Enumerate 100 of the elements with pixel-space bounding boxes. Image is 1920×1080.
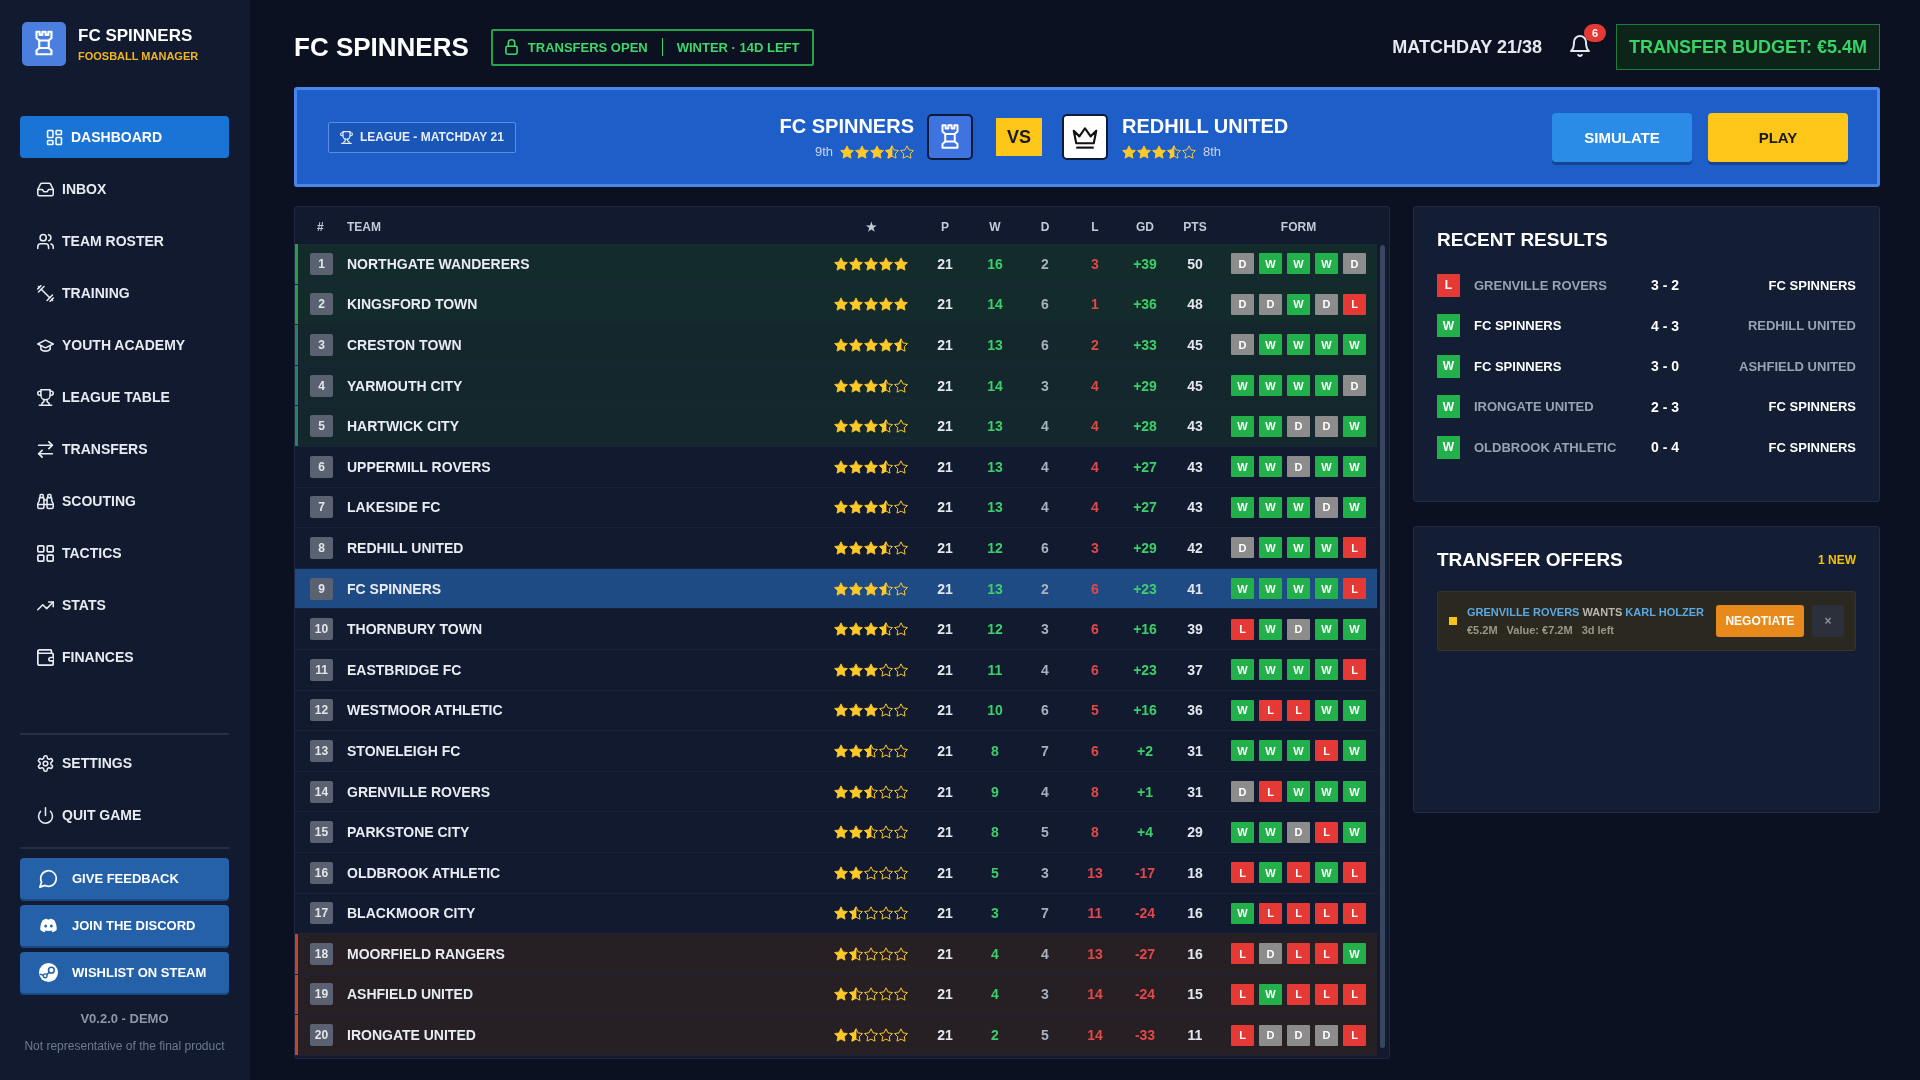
result-badge: W [1437, 314, 1460, 338]
table-cell: 15 [1187, 986, 1203, 1003]
player-link[interactable]: KARL HOLZER [1625, 606, 1704, 618]
form-result: L [1343, 659, 1366, 681]
trophy-icon [340, 130, 353, 144]
club-link[interactable]: GRENVILLE ROVERS [1467, 606, 1580, 618]
table-cell: +27 [1133, 458, 1157, 475]
nav-item[interactable]: SETTINGS [20, 742, 229, 784]
home-team: IRONGATE UNITED [1474, 399, 1594, 415]
community-button[interactable]: JOIN THE DISCORD [20, 905, 229, 946]
table-row[interactable]: 9 FC SPINNERS 21 13 2 6 +23 41 W W W W L [295, 568, 1377, 610]
play-button[interactable]: PLAY [1708, 112, 1848, 162]
star-icon [894, 256, 908, 271]
star-icon [849, 459, 863, 474]
away-team: FC SPINNERS [1768, 277, 1856, 293]
nav-item[interactable]: LEAGUE TABLE [20, 376, 229, 418]
nav-item[interactable]: SCOUTING [20, 480, 229, 522]
table-cell: 39 [1187, 621, 1203, 638]
column-header: W [989, 220, 1001, 234]
table-cell: 5 [1041, 1027, 1049, 1044]
form-result: W [1287, 334, 1310, 356]
table-cell: 6 [1041, 337, 1049, 353]
form-result: W [1315, 618, 1338, 640]
nav-item[interactable]: YOUTH ACADEMY [20, 324, 229, 366]
table-cell: -33 [1134, 1027, 1156, 1044]
position-badge: 4 [310, 374, 333, 397]
table-cell: 13 [987, 499, 1003, 516]
form-result: W [1343, 618, 1366, 640]
star-icon [834, 500, 848, 515]
team-name: IRONGATE UNITED [347, 1027, 476, 1044]
table-cell: 21 [937, 742, 953, 759]
empty-star-icon [864, 906, 878, 921]
team-name: KINGSFORD TOWN [347, 296, 478, 313]
table-cell: 7 [1041, 905, 1049, 922]
table-row[interactable]: 4 YARMOUTH CITY 21 14 3 4 +29 45 W W W W D [295, 365, 1377, 407]
nav-item[interactable]: INBOX [20, 168, 229, 210]
form-result: W [1315, 456, 1338, 478]
team-name: STONELEIGH FC [347, 742, 461, 759]
table-cell: 13 [987, 458, 1003, 475]
table-cell: +36 [1133, 296, 1157, 313]
table-cell: +23 [1133, 661, 1157, 678]
column-header: P [941, 220, 949, 234]
table-cell: 9 [991, 783, 999, 800]
table-row[interactable]: 2 KINGSFORD TOWN 21 14 6 1 +36 48 D D W D L [295, 284, 1377, 326]
nav-item[interactable]: TACTICS [20, 532, 229, 574]
team-name: MOORFIELD RANGERS [347, 945, 505, 962]
table-row[interactable]: 5 HARTWICK CITY 21 13 4 4 +28 43 W W D D W [295, 406, 1377, 447]
dismiss-button[interactable]: × [1812, 605, 1844, 637]
empty-star-icon [879, 703, 893, 718]
form-result: W [1259, 984, 1282, 1005]
nav-item[interactable]: DASHBOARD [20, 116, 229, 158]
form-result: W [1287, 293, 1310, 315]
team-name: UPPERMILL ROVERS [347, 458, 491, 475]
star-icon [849, 703, 863, 718]
table-cell: 18 [1187, 864, 1203, 881]
empty-star-icon [864, 1028, 878, 1043]
table-cell: 3 [1041, 986, 1049, 1003]
table-cell: 2 [991, 1027, 999, 1044]
table-row[interactable]: 3 CRESTON TOWN 21 13 6 2 +33 45 D W W W W [295, 325, 1377, 366]
column-header: ★ [865, 220, 877, 234]
table-cell: 4 [1041, 661, 1049, 678]
star-icon [864, 297, 878, 312]
form-result: L [1343, 1024, 1366, 1046]
team-name: WESTMOOR ATHLETIC [347, 702, 503, 719]
table-cell: 16 [987, 255, 1003, 272]
empty-star-icon [879, 743, 893, 758]
form-result: W [1343, 943, 1366, 965]
nav-item[interactable]: TRANSFERS [20, 428, 229, 470]
star-icon [834, 784, 848, 799]
table-row[interactable]: 1 NORTHGATE WANDERERS 21 16 2 3 +39 50 D W W W D [295, 244, 1377, 285]
table-cell: 4 [1041, 945, 1049, 962]
offer-deadline: 3d left [1581, 624, 1615, 636]
competition-label: LEAGUE - MATCHDAY 21 [360, 130, 504, 144]
wishlist-button[interactable]: WISHLIST ON STEAM [20, 952, 229, 993]
scrollbar-thumb[interactable] [1380, 245, 1385, 1048]
nav-item[interactable]: TEAM ROSTER [20, 220, 229, 262]
table-row[interactable]: 18 MOORFIELD RANGERS 21 4 4 13 -27 16 L D L L W [295, 934, 1377, 975]
form-result: W [1343, 334, 1366, 356]
table-cell: 5 [1091, 702, 1099, 719]
simulate-button[interactable]: SIMULATE [1552, 112, 1692, 162]
feedback-button[interactable]: GIVE FEEDBACK [20, 858, 229, 899]
table-row[interactable]: 19 ASHFIELD UNITED 21 4 3 14 -24 15 L W L L L [295, 974, 1377, 1016]
table-cell: 4 [1091, 499, 1099, 516]
position-badge: 12 [310, 699, 333, 722]
bell-icon[interactable] [1569, 35, 1590, 57]
table-cell: 1 [1091, 296, 1099, 313]
table-cell: 14 [987, 296, 1003, 313]
result-badge: W [1437, 354, 1460, 378]
nav-item[interactable]: FINANCES [20, 636, 229, 678]
table-cell: +16 [1133, 621, 1157, 638]
star-icon [849, 622, 863, 637]
table-cell: 11 [1087, 905, 1103, 922]
table-row[interactable]: 20 IRONGATE UNITED 21 2 5 14 -33 11 L D D D L [295, 1015, 1377, 1056]
transfer-status: TRANSFERS OPEN [527, 39, 648, 55]
nav-item[interactable]: TRAINING [20, 272, 229, 314]
half-star-icon [879, 419, 893, 434]
nav-item[interactable]: QUIT GAME [20, 794, 229, 836]
star-icon [864, 540, 878, 555]
table-cell: +39 [1133, 255, 1157, 272]
nav-item[interactable]: STATS [20, 584, 229, 626]
